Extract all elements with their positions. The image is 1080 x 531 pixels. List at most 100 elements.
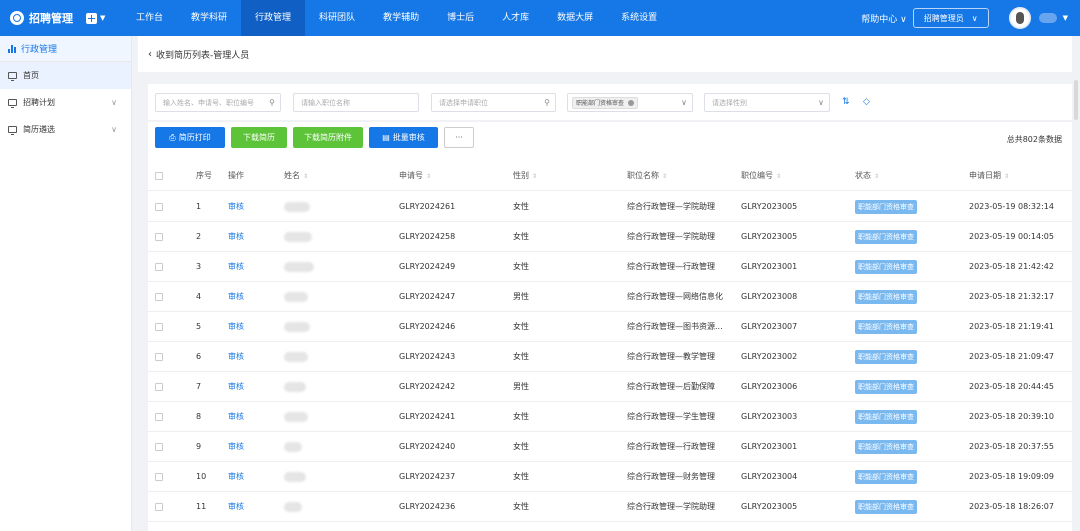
position-number: GLRY2023005 [741, 502, 798, 511]
download-attachments-button[interactable]: 下载简历附件 [293, 127, 363, 148]
review-link[interactable]: 审核 [228, 252, 244, 282]
row-checkbox[interactable] [155, 353, 163, 361]
help-center-link[interactable]: 帮助中心 ∨ [861, 12, 906, 25]
apply-date: 2023-05-18 21:42:42 [969, 262, 1054, 271]
search-icon: ⚲ [544, 98, 550, 107]
column-header-label: 性别 [513, 171, 529, 180]
apply-position-select[interactable]: 请选择申请职位 ⚲ [431, 93, 556, 112]
gender-select[interactable]: 请选择性别 ∨ [704, 93, 830, 112]
row-checkbox[interactable] [155, 503, 163, 511]
row-checkbox[interactable] [155, 383, 163, 391]
apply-date: 2023-05-18 20:39:10 [969, 412, 1054, 421]
table-row[interactable]: 11 审核 GLRY2024236 女性 综合行政管理—学院助理 GLRY2023005 职… [148, 492, 1072, 522]
review-link[interactable]: 审核 [228, 462, 244, 492]
select-all-checkbox[interactable] [155, 172, 163, 180]
row-checkbox[interactable] [155, 203, 163, 211]
app-logo[interactable]: 招聘管理 [0, 10, 82, 26]
column-header[interactable]: 申请号 ⇕ [399, 161, 431, 191]
nav-item[interactable]: 博士后 [433, 0, 488, 36]
print-resume-button[interactable]: ⎙ 简历打印 [155, 127, 225, 148]
clear-filter-icon[interactable]: ◇ [863, 97, 870, 107]
table-row[interactable]: 10 审核 GLRY2024237 女性 综合行政管理—财务管理 GLRY2023004 职… [148, 462, 1072, 492]
sort-icon[interactable]: ⇕ [662, 173, 667, 180]
status-select[interactable]: 职能部门资格审查 ∨ [567, 93, 693, 112]
review-link[interactable]: 审核 [228, 372, 244, 402]
app-switcher[interactable]: ▼ [86, 12, 116, 24]
table-row[interactable]: 1 审核 GLRY2024261 女性 综合行政管理—学院助理 GLRY2023005 职能… [148, 192, 1072, 222]
sidebar-header-label: 行政管理 [21, 45, 58, 55]
table-row[interactable]: 5 审核 GLRY2024246 女性 综合行政管理—图书资源... GLRY202300… [148, 312, 1072, 342]
sort-icon[interactable]: ⇕ [426, 173, 431, 180]
column-header[interactable]: 职位编号 ⇕ [741, 161, 781, 191]
table-row[interactable]: 7 审核 GLRY2024242 男性 综合行政管理—后勤保障 GLRY2023006 职能… [148, 372, 1072, 402]
sort-icon[interactable]: ⇕ [874, 173, 879, 180]
column-header[interactable]: 申请日期 ⇕ [969, 161, 1009, 191]
scrollbar[interactable] [1074, 80, 1078, 120]
user-avatar[interactable] [1008, 7, 1031, 29]
review-link[interactable]: 审核 [228, 492, 244, 522]
table-row[interactable]: 4 审核 GLRY2024247 男性 综合行政管理—网络信息化 GLRY2023008 职… [148, 282, 1072, 312]
sidebar-item[interactable]: 招聘计划 ∨ [0, 89, 131, 116]
tag-close-icon[interactable] [628, 99, 635, 106]
table-row[interactable]: 8 审核 GLRY2024241 女性 综合行政管理—学生管理 GLRY2023003 职能… [148, 402, 1072, 432]
apply-date: 2023-05-18 21:32:17 [969, 292, 1054, 301]
role-select[interactable]: 招聘管理员 ∨ [912, 8, 989, 28]
search-icon: ⚲ [269, 98, 275, 107]
status-tag: 职能部门资格审查 [572, 96, 639, 109]
review-link[interactable]: 审核 [228, 282, 244, 312]
caret-down-icon[interactable]: ▼ [1063, 14, 1068, 22]
sidebar-item[interactable]: 首页 [0, 62, 131, 89]
column-header[interactable]: 性别 ⇕ [513, 161, 537, 191]
sort-icon[interactable]: ⇕ [303, 173, 308, 180]
row-checkbox[interactable] [155, 293, 163, 301]
search-input[interactable]: 输入姓名、申请号、职位编号 ⚲ [155, 93, 281, 112]
batch-review-button[interactable]: ▤ 批量审核 [369, 127, 438, 148]
nav-item[interactable]: 教学辅助 [369, 0, 433, 36]
nav-item[interactable]: 行政管理 [241, 0, 306, 36]
review-link[interactable]: 审核 [228, 222, 244, 252]
row-index: 11 [196, 502, 207, 511]
review-link[interactable]: 审核 [228, 402, 244, 432]
apply-number: GLRY2024237 [399, 472, 456, 481]
nav-item[interactable]: 数据大屏 [543, 0, 607, 36]
download-resume-button[interactable]: 下载简历 [231, 127, 287, 148]
column-header[interactable]: 状态 ⇕ [855, 161, 879, 191]
sidebar-item[interactable]: 简历遴选 ∨ [0, 116, 131, 143]
row-checkbox[interactable] [155, 263, 163, 271]
review-link[interactable]: 审核 [228, 432, 244, 462]
position-name: 综合行政管理—学院助理 [627, 202, 715, 211]
apply-number: GLRY2024261 [399, 202, 456, 211]
table-row[interactable]: 9 审核 GLRY2024240 女性 综合行政管理—行政管理 GLRY2023001 职能… [148, 432, 1072, 462]
position-number: GLRY2023001 [741, 262, 798, 271]
nav-item[interactable]: 人才库 [488, 0, 543, 36]
nav-item[interactable]: 工作台 [122, 0, 177, 36]
table-row[interactable]: 3 审核 GLRY2024249 女性 综合行政管理—行政管理 GLRY2023001 职能… [148, 252, 1072, 282]
row-checkbox[interactable] [155, 323, 163, 331]
sort-icon[interactable]: ⇕ [776, 173, 781, 180]
review-link[interactable]: 审核 [228, 312, 244, 342]
row-checkbox[interactable] [155, 413, 163, 421]
filter-icon[interactable]: ⇅ [842, 97, 850, 107]
back-arrow-icon[interactable]: ‹ [148, 49, 152, 60]
row-checkbox[interactable] [155, 443, 163, 451]
nav-item[interactable]: 教学科研 [177, 0, 241, 36]
position-name-input[interactable]: 请输入职位名称 [293, 93, 419, 112]
table-row[interactable]: 2 审核 GLRY2024258 女性 综合行政管理—学院助理 GLRY2023005 职能… [148, 222, 1072, 252]
sort-icon[interactable]: ⇕ [1004, 173, 1009, 180]
review-link[interactable]: 审核 [228, 342, 244, 372]
row-checkbox[interactable] [155, 473, 163, 481]
more-button[interactable]: ··· [444, 127, 474, 148]
row-checkbox[interactable] [155, 233, 163, 241]
table-row[interactable]: 6 审核 GLRY2024243 女性 综合行政管理—教学管理 GLRY2023002 职能… [148, 342, 1072, 372]
column-header[interactable]: 姓名 ⇕ [284, 161, 308, 191]
column-header[interactable]: 职位名称 ⇕ [627, 161, 667, 191]
position-number: GLRY2023006 [741, 382, 798, 391]
sort-icon[interactable]: ⇕ [532, 173, 537, 180]
table-header: 序号 操作 姓名 ⇕ 申请号 ⇕ 性别 ⇕ 职位名称 ⇕ 职位编号 ⇕ 状态 ⇕ 申请日期 ⇕ [148, 161, 1072, 191]
nav-item[interactable]: 科研团队 [305, 0, 369, 36]
nav-item[interactable]: 系统设置 [607, 0, 671, 36]
row-index: 5 [196, 322, 202, 331]
review-link[interactable]: 审核 [228, 192, 244, 222]
gender: 女性 [513, 202, 529, 211]
apply-number: GLRY2024242 [399, 382, 456, 391]
